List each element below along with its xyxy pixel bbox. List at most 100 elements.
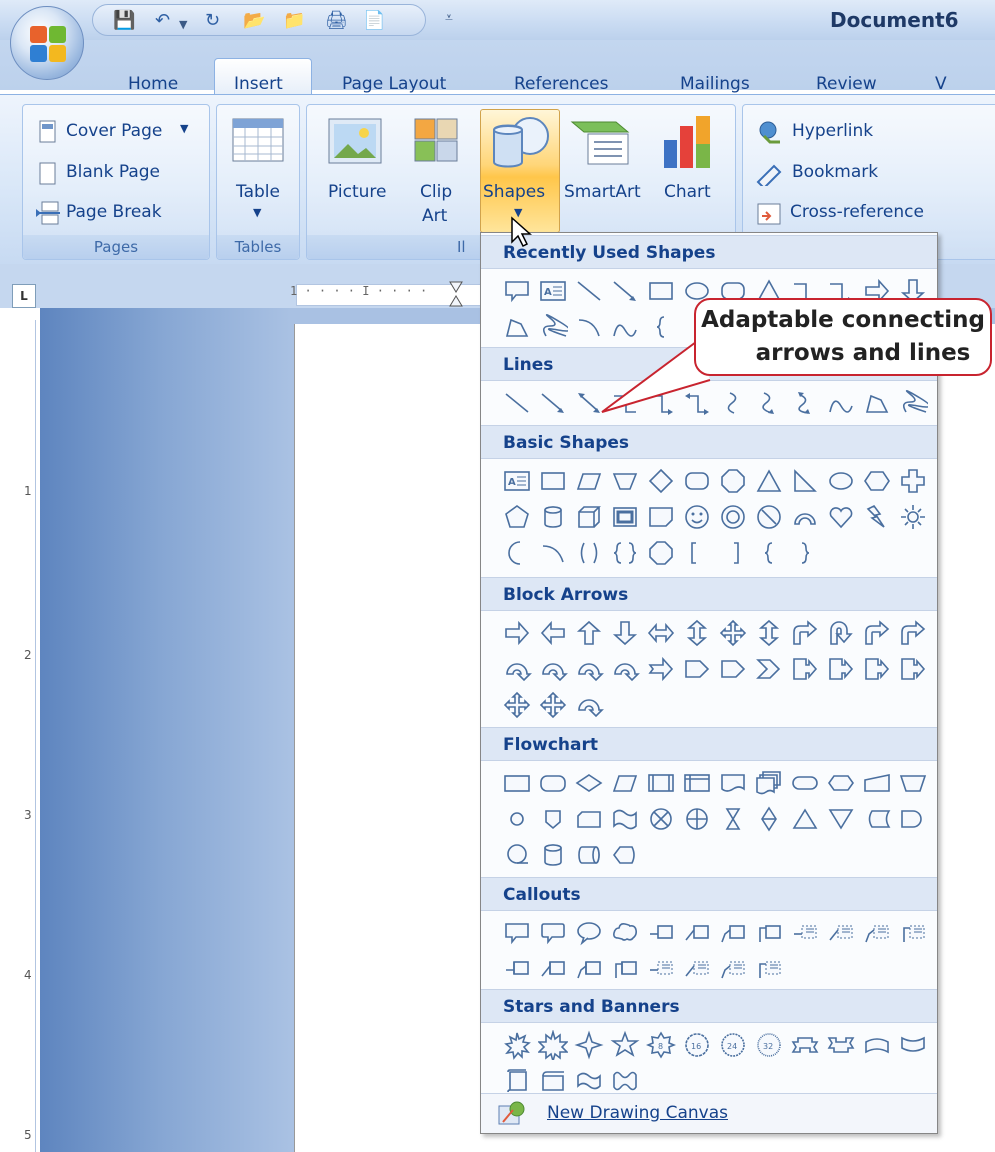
shape-option-ribbon-u[interactable]: [787, 1027, 823, 1063]
shape-option-rtri[interactable]: [787, 463, 823, 499]
clip-art-label-2[interactable]: Art: [422, 206, 447, 226]
clip-art-label-1[interactable]: Clip: [420, 182, 452, 202]
tab-page-layout[interactable]: Page Layout: [342, 74, 446, 94]
shape-option-b-arr-d[interactable]: [607, 615, 643, 651]
shape-option-b-arr-u-d[interactable]: [751, 615, 787, 651]
shape-option-quad[interactable]: [535, 687, 571, 723]
shape-option-b-arr-r[interactable]: [499, 615, 535, 651]
shape-option-chevron[interactable]: [751, 651, 787, 687]
shape-option-c-bar[interactable]: [499, 951, 535, 987]
shape-option-heart[interactable]: [823, 499, 859, 535]
save-icon[interactable]: 💾: [113, 11, 135, 31]
tab-home[interactable]: Home: [128, 74, 178, 94]
shape-option-arrow[interactable]: [535, 385, 571, 421]
shape-option-pent-arr[interactable]: [679, 651, 715, 687]
shape-option-round[interactable]: [679, 463, 715, 499]
shape-option-curve-a[interactable]: [751, 385, 787, 421]
tab-insert[interactable]: Insert: [234, 74, 283, 94]
print-preview-icon[interactable]: 🖨: [325, 11, 348, 31]
shape-option-oct[interactable]: [715, 463, 751, 499]
shape-option-b-arr-u[interactable]: [571, 615, 607, 651]
shape-option-f-mag[interactable]: [535, 837, 571, 873]
shape-option-frame[interactable]: [607, 499, 643, 535]
shape-option-oct[interactable]: [643, 535, 679, 571]
shape-option-line[interactable]: [571, 273, 607, 309]
shape-option-f-delay[interactable]: [895, 801, 931, 837]
shape-option-f-term[interactable]: [787, 765, 823, 801]
shape-option-c-bar2[interactable]: [535, 951, 571, 987]
shape-option-circ-arr[interactable]: [571, 651, 607, 687]
shape-option-trap[interactable]: [607, 463, 643, 499]
undo-dropdown-icon[interactable]: ▼: [179, 15, 187, 35]
shape-option-notched[interactable]: [643, 651, 679, 687]
shape-option-moon[interactable]: [499, 535, 535, 571]
shape-option-f-merge[interactable]: [823, 801, 859, 837]
shape-option-no-sym[interactable]: [751, 499, 787, 535]
shape-option-tri[interactable]: [751, 463, 787, 499]
shape-option-ribbon-d[interactable]: [823, 1027, 859, 1063]
open-folder-icon[interactable]: 📂: [243, 11, 265, 31]
shape-option-c-oval[interactable]: [571, 915, 607, 951]
chart-button[interactable]: Chart: [664, 182, 711, 202]
shape-option-f-sort[interactable]: [751, 801, 787, 837]
shape-option-scribble[interactable]: [895, 385, 931, 421]
shape-option-c-line4[interactable]: [751, 915, 787, 951]
shape-option-para[interactable]: [607, 765, 643, 801]
shape-option-star8[interactable]: 8: [643, 1027, 679, 1063]
shape-option-diamond[interactable]: [643, 463, 679, 499]
shape-option-donut[interactable]: [715, 499, 751, 535]
shape-option-f-conn[interactable]: [499, 801, 535, 837]
shape-option-c-line-c[interactable]: [715, 951, 751, 987]
shape-option-c-bar4[interactable]: [607, 951, 643, 987]
shape-option-bent[interactable]: [895, 615, 931, 651]
shape-option-can[interactable]: [535, 499, 571, 535]
shape-option-f-sum[interactable]: [643, 801, 679, 837]
shape-option-rect[interactable]: [643, 273, 679, 309]
shape-option-f-int[interactable]: [679, 765, 715, 801]
shape-option-circ-arr[interactable]: [607, 651, 643, 687]
cover-page-button[interactable]: Cover Page: [66, 121, 162, 141]
shape-option-pent[interactable]: [499, 499, 535, 535]
table-dropdown-icon[interactable]: ▼: [253, 206, 261, 219]
shape-option-b-arr-l[interactable]: [535, 615, 571, 651]
tab-selector-button[interactable]: L: [12, 284, 36, 308]
shape-option-freeform[interactable]: [499, 309, 535, 345]
new-document-icon[interactable]: 📄: [363, 11, 385, 31]
shape-option-c-line3[interactable]: [715, 915, 751, 951]
shape-option-free-curve[interactable]: [823, 385, 859, 421]
shape-option-f-alt[interactable]: [535, 765, 571, 801]
shape-option-c-line-d[interactable]: [751, 951, 787, 987]
shape-option-f-proc[interactable]: [499, 765, 535, 801]
tab-mailings[interactable]: Mailings: [680, 74, 750, 94]
shape-option-cube[interactable]: [571, 499, 607, 535]
shape-option-f-offpg[interactable]: [535, 801, 571, 837]
shape-option-f-disp[interactable]: [607, 837, 643, 873]
shape-option-c-round[interactable]: [535, 915, 571, 951]
shape-option-burst2[interactable]: [535, 1027, 571, 1063]
shape-option-c-rect[interactable]: [499, 915, 535, 951]
new-folder-icon[interactable]: 📁: [283, 11, 305, 31]
undo-icon[interactable]: ↶: [155, 11, 170, 31]
shape-option-c-rect[interactable]: [499, 273, 535, 309]
blank-page-button[interactable]: Blank Page: [66, 162, 160, 182]
shape-option-bent[interactable]: [859, 615, 895, 651]
shape-option-arrow[interactable]: [607, 273, 643, 309]
shape-option-star5[interactable]: [607, 1027, 643, 1063]
shape-option-fold[interactable]: [643, 499, 679, 535]
shape-option-c-line[interactable]: [643, 915, 679, 951]
shape-option-quad[interactable]: [715, 615, 751, 651]
shape-option-line[interactable]: [499, 385, 535, 421]
shape-option-rect[interactable]: [535, 463, 571, 499]
shape-option-quad[interactable]: [499, 687, 535, 723]
shape-option-curve[interactable]: [715, 385, 751, 421]
shape-option-c-bar3[interactable]: [571, 951, 607, 987]
shape-option-c-line-b[interactable]: [823, 915, 859, 951]
shape-option-oval[interactable]: [823, 463, 859, 499]
shape-option-star32[interactable]: 32: [751, 1027, 787, 1063]
shape-option-f-multi[interactable]: [751, 765, 787, 801]
office-button[interactable]: [10, 6, 84, 80]
shape-option-c-line2[interactable]: [679, 915, 715, 951]
tab-review[interactable]: Review: [816, 74, 877, 94]
shape-option-call-r[interactable]: [859, 651, 895, 687]
shape-option-freeform[interactable]: [859, 385, 895, 421]
